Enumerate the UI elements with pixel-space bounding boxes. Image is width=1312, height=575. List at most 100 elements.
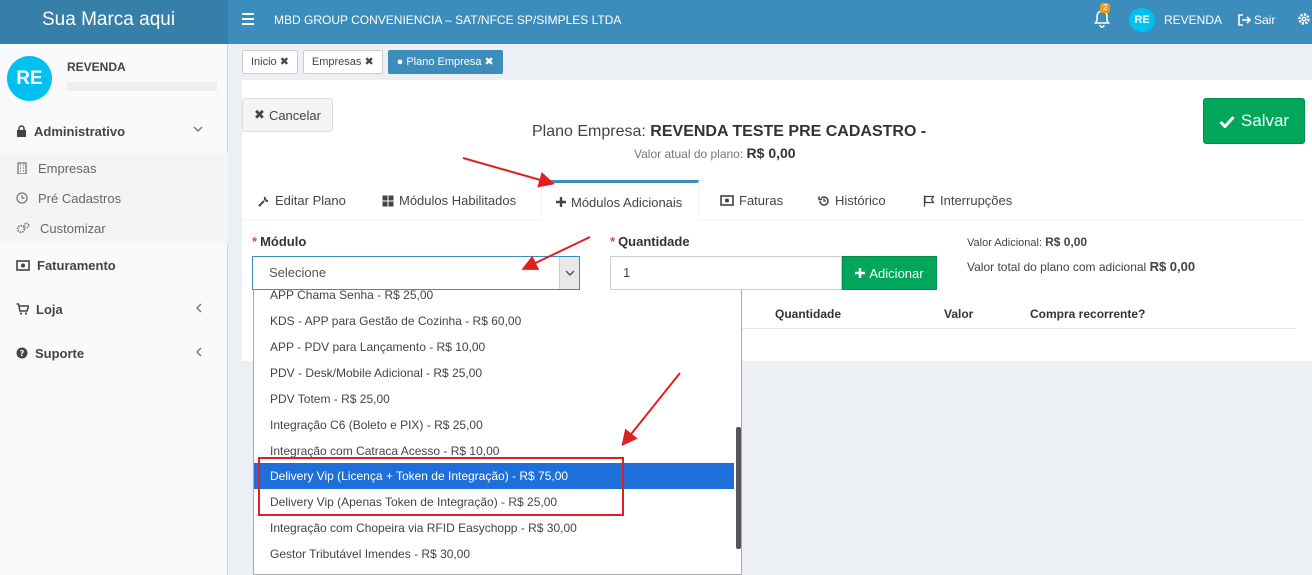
plan-title-prefix: Plano Empresa: (532, 123, 646, 140)
sign-out-icon (1238, 14, 1251, 26)
brand-logo[interactable]: Sua Marca aqui (0, 0, 228, 44)
dropdown-option[interactable]: Delivery Vip (Apenas Token de Integração… (254, 489, 734, 515)
total-value-label: Valor total do plano com adicional (967, 260, 1147, 274)
tab-modulos-habilitados[interactable]: Módulos Habilitados (382, 180, 516, 221)
close-icon[interactable]: ✖ (364, 51, 373, 73)
breadcrumb-label: Plano Empresa (406, 56, 482, 68)
add-module-button[interactable]: Adicionar (842, 256, 937, 290)
question-circle-icon: ? (16, 347, 28, 359)
tab-faturas[interactable]: Faturas (720, 180, 783, 221)
dropdown-option[interactable]: Gestor Tributável Imendes - R$ 30,00 (254, 541, 734, 567)
page-title: Plano Empresa: REVENDA TESTE PRE CADASTR… (532, 123, 926, 141)
sidebar-item-label: Suporte (35, 345, 85, 361)
module-select[interactable]: Selecione (252, 256, 580, 290)
dropdown-option[interactable]: Integração com Chopeira via RFID Easycho… (254, 515, 734, 541)
th-large-icon (382, 195, 394, 206)
module-label-text: Módulo (260, 234, 307, 249)
sidebar: RE REVENDA Administrativo Empresas Pré C… (0, 44, 228, 575)
column-header-compra-recorrente: Compra recorrente? (1030, 307, 1146, 321)
add-label: Adicionar (869, 265, 924, 281)
dropdown-option[interactable]: Integração com Catraca Acesso - R$ 10,00 (254, 438, 734, 464)
plus-icon (855, 268, 866, 278)
sidebar-item-label: Pré Cadastros (38, 190, 122, 206)
column-header-quantidade: Quantidade (775, 307, 842, 321)
chevron-down-icon[interactable] (559, 257, 579, 289)
extra-value: Valor Adicional: R$ 0,00 (967, 235, 1087, 249)
dropdown-option[interactable]: KDS - APP para Gestão de Cozinha - R$ 60… (254, 308, 734, 334)
quantity-label: * Quantidade (610, 234, 690, 249)
required-marker: * (252, 234, 258, 249)
total-value: Valor total do plano com adicional R$ 0,… (967, 259, 1195, 274)
plan-title-name: REVENDA TESTE PRE CADASTRO - (650, 123, 927, 140)
tab-interrupcoes[interactable]: Interrupções (923, 180, 1012, 221)
dropdown-option-selected[interactable]: Delivery Vip (Licença + Token de Integra… (254, 463, 734, 489)
dropdown-option[interactable]: PDV - Desk/Mobile Adicional - R$ 25,00 (254, 360, 734, 386)
sidebar-item-pre-cadastros[interactable]: Pré Cadastros (0, 183, 228, 213)
dropdown-option[interactable]: Integração C6 (Boleto e PIX) - R$ 25,00 (254, 412, 734, 438)
module-dropdown-list[interactable]: APP Chama Senha - R$ 25,00 KDS - APP par… (253, 290, 742, 575)
sidebar-item-faturamento[interactable]: Faturamento (0, 243, 228, 287)
dropdown-option[interactable]: PDV Totem - R$ 25,00 (254, 386, 734, 412)
menu-toggle-icon[interactable] (242, 13, 254, 25)
chevron-down-icon (193, 126, 203, 132)
module-label: * Módulo (252, 234, 306, 249)
tab-label: Módulos Adicionais (571, 194, 683, 210)
avatar[interactable]: RE (1129, 8, 1155, 32)
user-menu[interactable]: REVENDA (1164, 0, 1222, 40)
close-icon: ✖ (254, 107, 265, 122)
close-icon[interactable]: ✖ (280, 51, 289, 73)
sidebar-item-empresas[interactable]: Empresas (0, 153, 228, 183)
extra-value-label: Valor Adicional: (967, 237, 1043, 249)
company-name: MBD GROUP CONVENIENCIA – SAT/NFCE SP/SIM… (274, 13, 622, 27)
avatar: RE (7, 56, 52, 101)
breadcrumb-label: Empresas (311, 56, 362, 68)
cancel-label: Cancelar (268, 107, 321, 123)
chevron-left-icon (196, 347, 202, 357)
user-status-bar (67, 82, 217, 91)
sidebar-item-label: Empresas (38, 160, 97, 176)
shopping-cart-icon (16, 303, 29, 315)
sidebar-item-label: Administrativo (34, 123, 126, 139)
tab-label: Interrupções (940, 193, 1013, 208)
wrench-icon (258, 196, 269, 207)
logout-button[interactable]: Sair (1238, 0, 1275, 40)
quantity-label-text: Quantidade (618, 234, 690, 249)
lock-icon (17, 125, 26, 137)
sidebar-username: REVENDA (67, 60, 126, 74)
sidebar-item-administrativo[interactable]: Administrativo (0, 109, 228, 153)
logout-label: Sair (1254, 13, 1276, 27)
notification-badge: 2 (1100, 3, 1111, 13)
dropdown-option[interactable]: APP Chama Senha - R$ 25,00 (254, 290, 734, 308)
sidebar-item-suporte[interactable]: ? Suporte (0, 331, 228, 375)
top-navbar: Sua Marca aqui MBD GROUP CONVENIENCIA – … (0, 0, 1312, 44)
module-select-value: Selecione (269, 265, 327, 280)
sidebar-item-label: Customizar (40, 220, 106, 236)
chevron-left-icon (196, 303, 202, 313)
tab-editar-plano[interactable]: Editar Plano (258, 180, 346, 221)
history-icon (818, 195, 829, 206)
sidebar-item-customizar[interactable]: Customizar (0, 213, 228, 243)
breadcrumb-empresas[interactable]: Empresas ✖ (302, 50, 383, 74)
breadcrumb-label: Inicio (251, 56, 277, 68)
plus-icon (556, 197, 566, 207)
total-value-amount: R$ 0,00 (1149, 259, 1196, 274)
breadcrumb-plano-empresa[interactable]: ● Plano Empresa ✖ (387, 50, 503, 74)
money-icon (16, 259, 30, 271)
close-icon[interactable]: ✖ (485, 51, 494, 73)
save-button[interactable]: Salvar (1203, 98, 1305, 144)
check-icon (1219, 115, 1235, 128)
plan-value-amount: R$ 0,00 (746, 145, 796, 161)
dropdown-scrollbar[interactable] (736, 427, 741, 549)
gear-icon[interactable] (1297, 12, 1311, 26)
breadcrumb-inicio[interactable]: Inicio ✖ (242, 50, 298, 74)
quantity-input[interactable]: 1 (610, 256, 842, 290)
column-header-valor: Valor (944, 307, 974, 321)
dropdown-option[interactable]: APP - PDV para Lançamento - R$ 10,00 (254, 334, 734, 360)
save-label: Salvar (1240, 111, 1290, 130)
tab-historico[interactable]: Histórico (818, 180, 886, 221)
tab-modulos-adicionais[interactable]: Módulos Adicionais (541, 180, 699, 221)
plan-value-label: Valor atual do plano: (634, 147, 744, 161)
tab-label: Histórico (835, 193, 886, 208)
sidebar-item-loja[interactable]: Loja (0, 287, 228, 331)
cancel-button[interactable]: ✖ Cancelar (242, 98, 333, 132)
